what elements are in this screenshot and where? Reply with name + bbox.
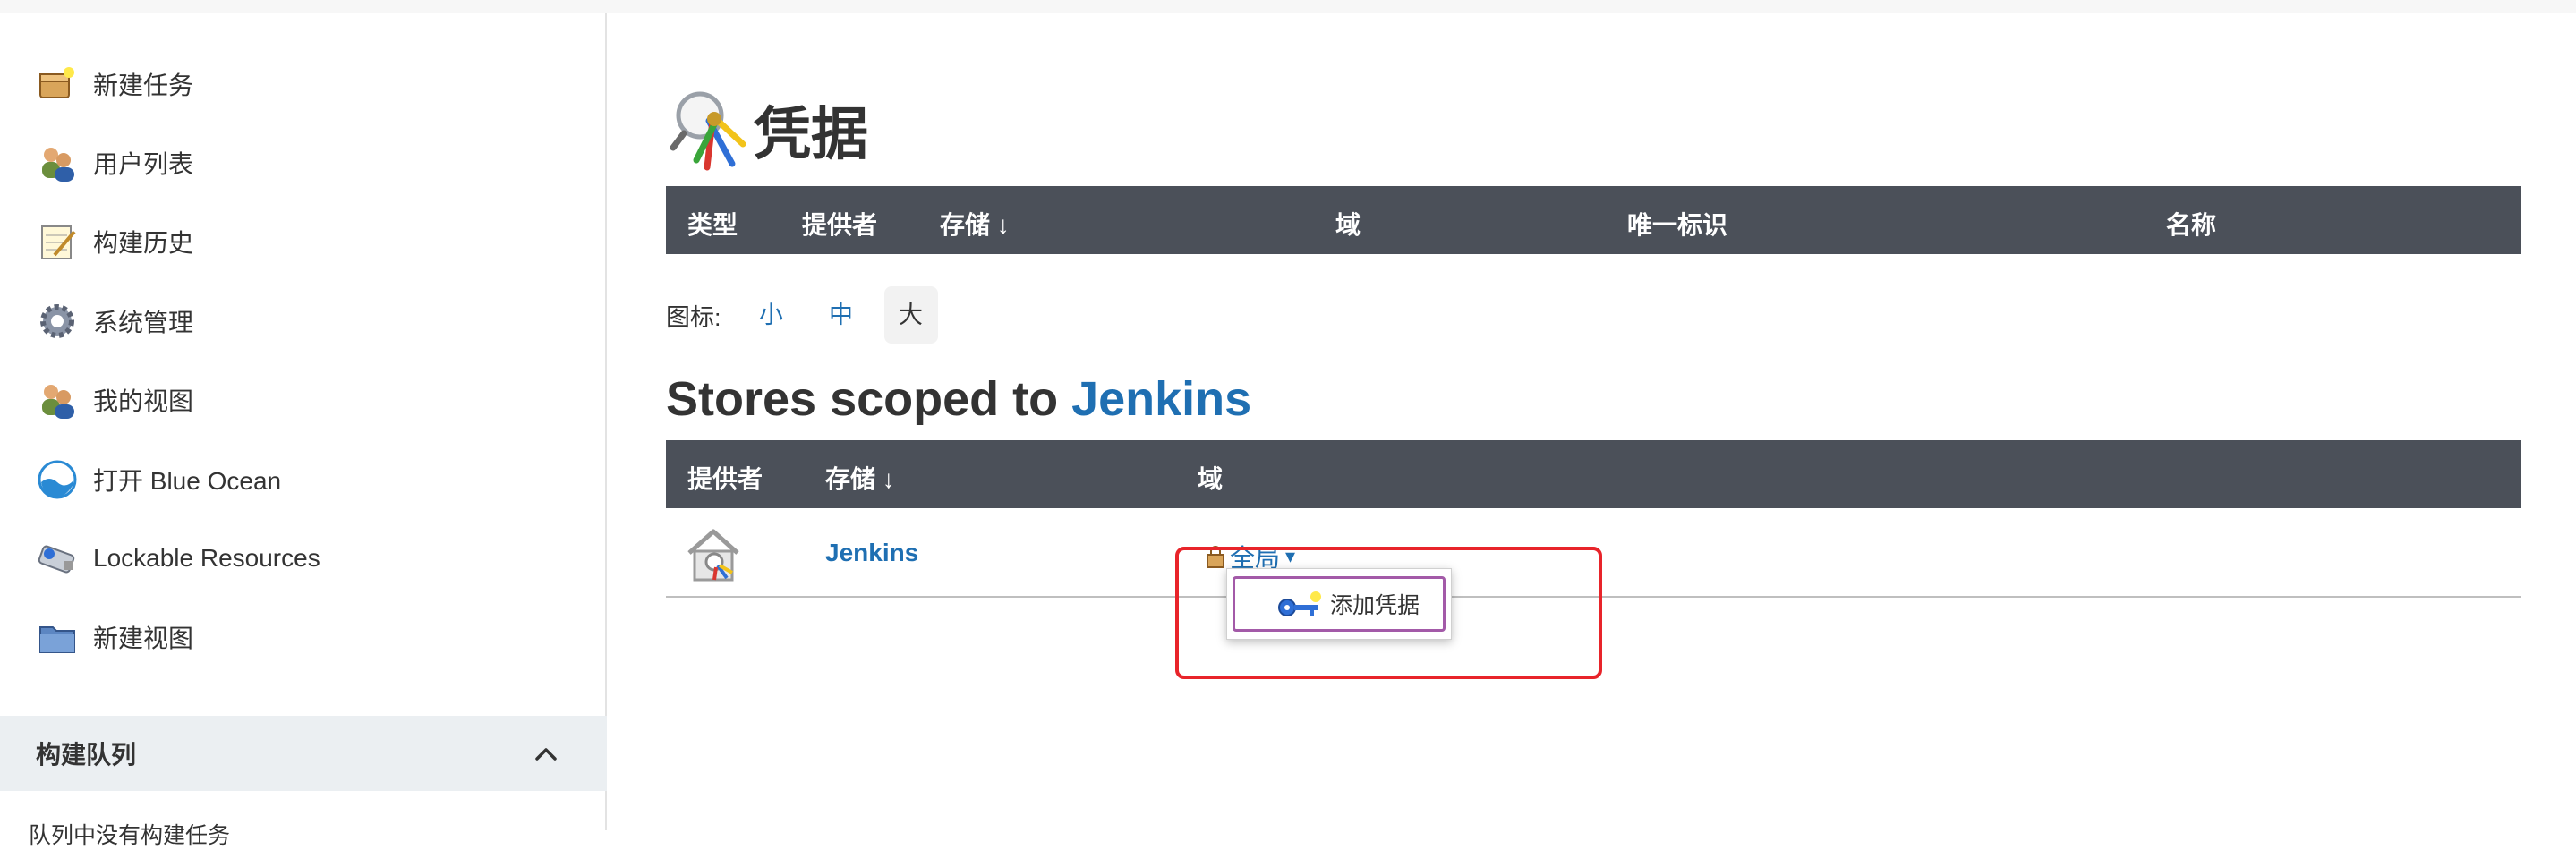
sidebar-item-build-history[interactable]: 构建历史 (36, 213, 193, 270)
sidebar-item-blue-ocean[interactable]: 打开 Blue Ocean (36, 451, 281, 508)
column-header[interactable]: 提供者 (687, 460, 763, 496)
stores-heading-prefix: Stores scoped to (666, 372, 1072, 426)
column-header[interactable]: 提供者 (802, 206, 877, 242)
sidebar-item-label: 新建任务 (93, 72, 194, 99)
stores-heading: Stores scoped to Jenkins (666, 371, 1251, 427)
blue-ocean-icon (36, 458, 79, 501)
sidebar-item-new-task[interactable]: 新建任务 (36, 55, 193, 113)
build-queue-header[interactable]: 构建队列 (0, 716, 607, 791)
column-header[interactable]: 域 (1198, 460, 1223, 496)
gear-icon (36, 300, 79, 343)
sidebar-item-new-view[interactable]: 新建视图 (36, 608, 193, 666)
sidebar-item-label: 新建视图 (93, 625, 194, 652)
lockable-resources-icon (36, 537, 79, 580)
icon-size-medium[interactable]: 中 (815, 286, 868, 344)
sidebar-item-my-views[interactable]: 我的视图 (36, 371, 193, 429)
stores-heading-jenkins-link[interactable]: Jenkins (1071, 372, 1251, 426)
page-title: 凭据 (666, 81, 868, 179)
sidebar-item-label: Lockable Resources (93, 544, 320, 572)
sidebar-item-label: 系统管理 (93, 309, 194, 336)
page-heading: 凭据 (754, 102, 868, 166)
column-header[interactable]: 存储 ↓ (940, 206, 1010, 242)
notepad-icon (36, 220, 79, 263)
column-header[interactable]: 名称 (2166, 206, 2216, 242)
sidebar-item-label: 用户列表 (93, 150, 194, 178)
new-task-icon (36, 63, 79, 106)
icon-size-label: 图标: (666, 303, 721, 331)
icon-size-small[interactable]: 小 (745, 286, 798, 344)
column-header[interactable]: 域 (1335, 206, 1361, 242)
credentials-keys-icon (670, 91, 746, 171)
store-link-jenkins[interactable]: Jenkins (825, 539, 918, 567)
sidebar-item-lockable-resources[interactable]: Lockable Resources (36, 530, 320, 587)
users-icon (36, 141, 79, 184)
column-header[interactable]: 存储 ↓ (825, 460, 895, 496)
build-queue-empty-text: 队列中没有构建任务 (29, 823, 231, 848)
sidebar: 新建任务 用户列表 构建历史 系统管理 我的视图 打开 Blue Ocean L… (0, 13, 607, 848)
icon-size-selector: 图标: 小 中 大 (666, 284, 938, 346)
jenkins-home-credentials-icon (687, 529, 739, 582)
sidebar-item-manage[interactable]: 系统管理 (36, 293, 193, 350)
column-header[interactable]: 唯一标识 (1627, 206, 1727, 242)
credentials-table-header: 类型 提供者 存储 ↓ 域 唯一标识 名称 (666, 186, 2521, 254)
annotation-highlight-box (1175, 547, 1602, 679)
top-strip (0, 0, 2576, 13)
sidebar-item-label: 我的视图 (93, 387, 194, 415)
chevron-up-icon[interactable] (530, 737, 562, 769)
folder-icon (36, 616, 79, 659)
build-queue-title: 构建队列 (36, 741, 137, 769)
sidebar-item-label: 构建历史 (93, 229, 194, 257)
sidebar-item-label: 打开 Blue Ocean (93, 467, 282, 495)
sidebar-item-users[interactable]: 用户列表 (36, 134, 193, 191)
stores-table-header: 提供者 存储 ↓ 域 (666, 440, 2521, 508)
column-header[interactable]: 类型 (687, 206, 738, 242)
users-icon (36, 378, 79, 421)
icon-size-large[interactable]: 大 (883, 286, 938, 344)
